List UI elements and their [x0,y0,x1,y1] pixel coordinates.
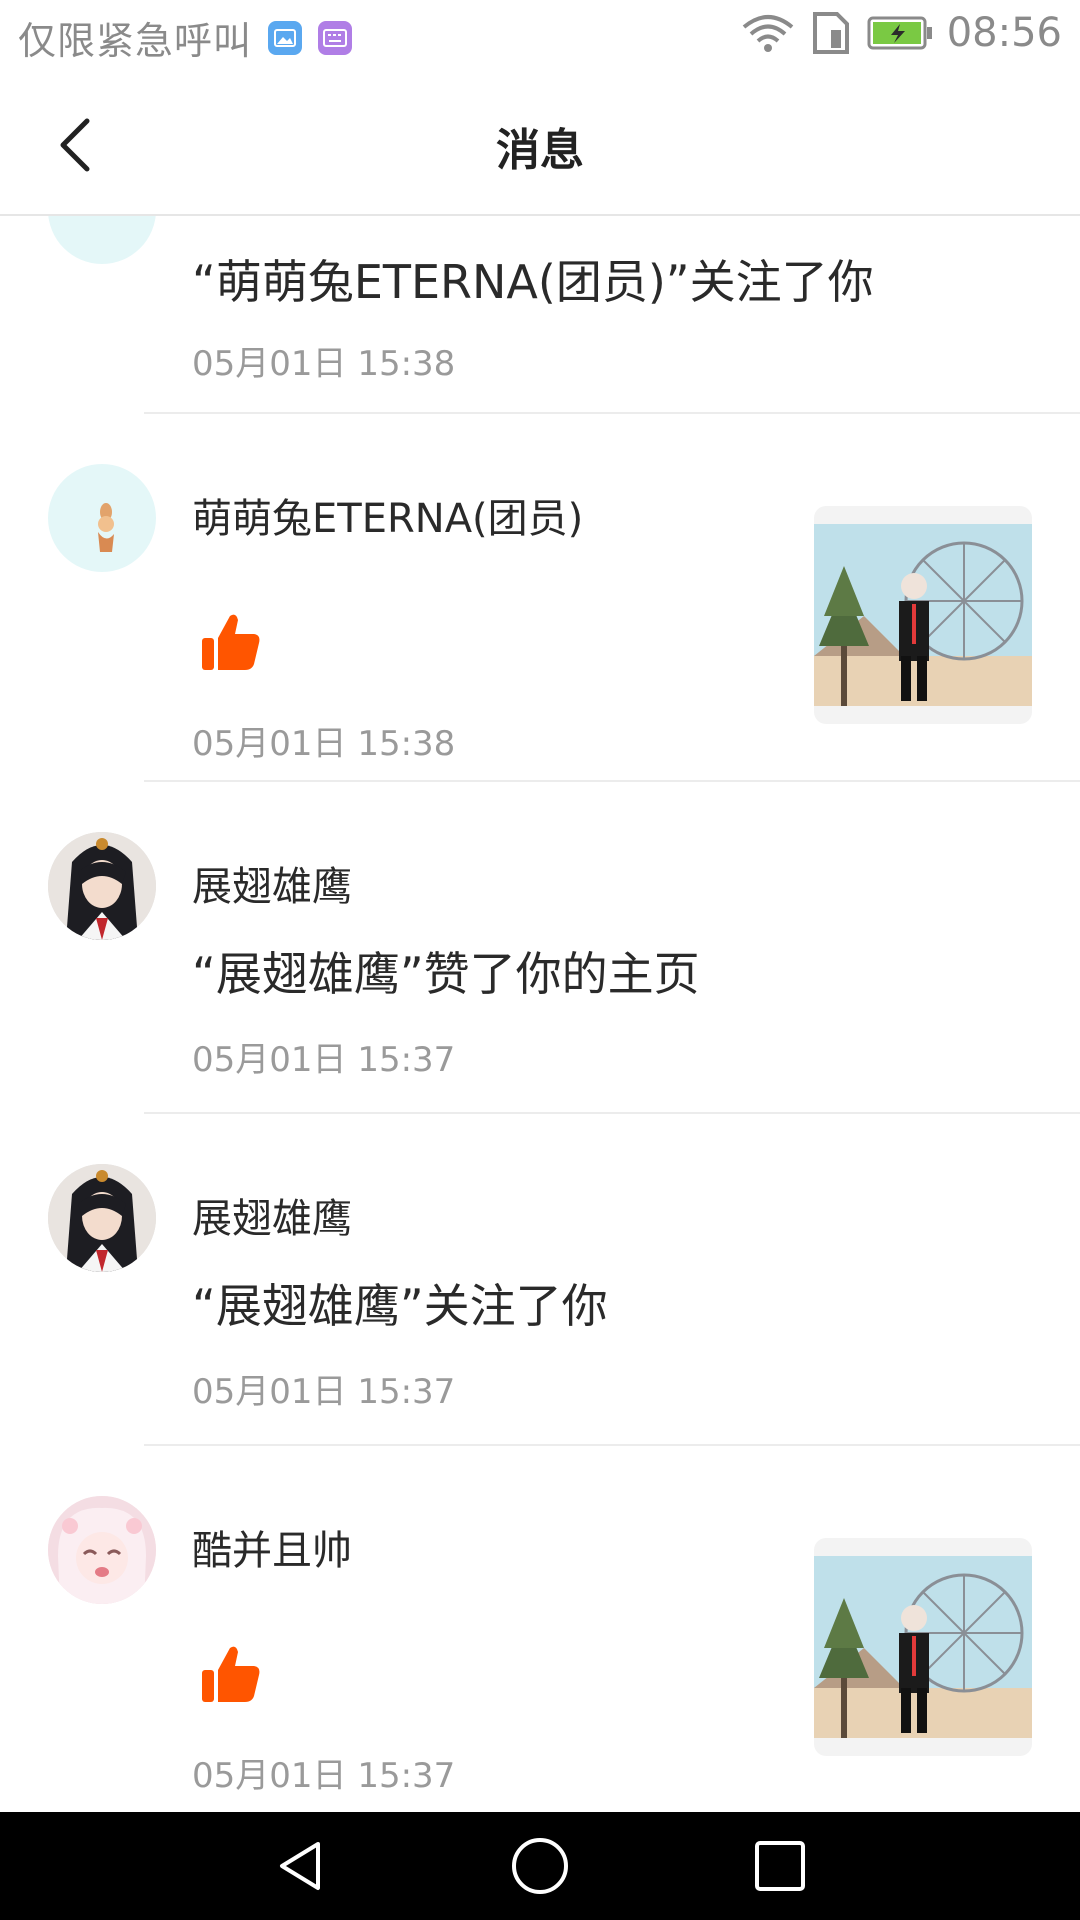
message-content: “展翅雄鹰”赞了你的主页 [192,947,700,1001]
gallery-icon [268,20,303,55]
list-item[interactable]: 萌萌兔ETERNA(团员) 05月01日 15:38 [0,414,1080,782]
message-content: “萌萌兔ETERNA(团员)”关注了你 [192,255,874,309]
thumbs-up-icon [202,1646,260,1702]
avatar[interactable] [48,832,156,940]
sim-icon [812,12,849,54]
message-list[interactable]: “萌萌兔ETERNA(团员)”关注了你 05月01日 15:38 萌萌兔ETER… [0,216,1080,1812]
wifi-icon [741,13,795,53]
keyboard-icon [318,20,353,55]
sender-name[interactable]: 展翅雄鹰 [192,1186,352,1244]
post-thumbnail[interactable] [814,506,1032,724]
post-thumbnail[interactable] [814,1538,1032,1756]
list-item[interactable]: 展翅雄鹰 “展翅雄鹰”关注了你 05月01日 15:37 [0,1114,1080,1446]
app-header: 消息 [0,74,1080,216]
status-left: 仅限紧急呼叫 [18,10,353,65]
avatar[interactable] [48,1164,156,1272]
screen: 仅限紧急呼叫 08:56 消息 “萌萌兔ETERNA(团员)”关注了你 05月0… [0,0,1080,1920]
avatar[interactable] [48,216,156,264]
message-time: 05月01日 15:37 [192,1372,456,1412]
message-content: “展翅雄鹰”关注了你 [192,1279,608,1333]
status-time: 08:56 [946,10,1062,56]
avatar[interactable] [48,1496,156,1604]
message-time: 05月01日 15:38 [192,344,456,384]
nav-back-button[interactable] [270,1836,330,1896]
back-triangle-icon [280,1842,320,1890]
recents-square-icon [755,1841,805,1891]
system-nav-bar [0,1812,1080,1920]
sender-name[interactable]: 萌萌兔ETERNA(团员) [192,486,583,544]
carrier-text: 仅限紧急呼叫 [18,19,253,63]
message-time: 05月01日 15:37 [192,1040,456,1080]
home-circle-icon [512,1838,568,1894]
nav-home-button[interactable] [510,1836,570,1896]
list-item[interactable]: 酷并且帅 05月01日 15:37 [0,1446,1080,1812]
battery-charging-icon [867,16,933,50]
page-title: 消息 [496,125,584,176]
status-bar: 仅限紧急呼叫 08:56 [0,0,1080,74]
list-item[interactable]: 展翅雄鹰 “展翅雄鹰”赞了你的主页 05月01日 15:37 [0,782,1080,1114]
message-time: 05月01日 15:37 [192,1756,456,1796]
thumbs-up-icon [202,614,260,670]
avatar[interactable] [48,464,156,572]
sender-name[interactable]: 酷并且帅 [192,1518,352,1576]
nav-recents-button[interactable] [750,1836,810,1896]
message-time: 05月01日 15:38 [192,724,456,764]
status-right: 08:56 [723,10,1062,56]
sender-name[interactable]: 展翅雄鹰 [192,854,352,912]
list-item[interactable]: “萌萌兔ETERNA(团员)”关注了你 05月01日 15:38 [0,216,1080,414]
